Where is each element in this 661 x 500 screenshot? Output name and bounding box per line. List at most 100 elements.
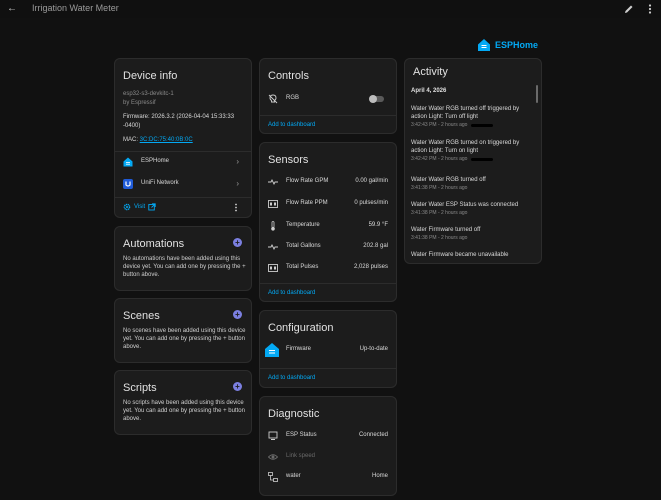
page-title: Irrigation Water Meter: [32, 3, 119, 13]
scripts-card: Scripts + No scripts have been added usi…: [114, 370, 252, 435]
redaction-mark: [471, 157, 494, 161]
add-script-button[interactable]: +: [233, 382, 242, 391]
eye-icon: [268, 454, 278, 460]
esphome-icon: [123, 157, 133, 167]
device-firmware: Firmware: 2026.3.2 (2026-04-04 15:33:33 …: [123, 114, 235, 129]
activity-time: 3:41:38 PM - 2 hours ago: [411, 185, 468, 191]
activity-entry[interactable]: Water Firmware became unavailable: [411, 251, 533, 259]
activity-entry[interactable]: Water Water ESP Status was connected 3:4…: [411, 201, 533, 217]
diagnostic-row[interactable]: water Home: [260, 469, 396, 487]
diagnostic-row[interactable]: Link speed: [260, 449, 396, 467]
sensor-value: 202.8 gal: [363, 243, 388, 249]
diagnostic-value: Connected: [358, 432, 388, 438]
sensor-value: 2,028 pulses: [353, 264, 388, 270]
add-automation-button[interactable]: +: [233, 238, 242, 247]
counter-icon: [268, 200, 278, 208]
pulse-icon: [268, 243, 278, 251]
sensor-label: Temperature: [286, 222, 320, 228]
esphome-logo-icon: [478, 39, 490, 51]
network-icon: [268, 472, 278, 482]
visit-label: Visit: [134, 204, 146, 210]
diagnostic-row[interactable]: ESP Status Connected: [260, 428, 396, 446]
pulse-icon: [268, 178, 278, 186]
sensor-row[interactable]: Flow Rate PPM 0 pulses/min: [260, 196, 396, 214]
activity-text: Water Water RGB turned off: [411, 177, 486, 183]
configuration-add-to-dashboard[interactable]: Add to dashboard: [268, 375, 315, 381]
chevron-right-icon: ›: [236, 157, 239, 166]
overflow-menu-icon[interactable]: [645, 3, 655, 15]
sensors-card: Sensors Flow Rate GPM 0.00 gal/min Flow …: [259, 142, 397, 302]
brand-name: ESPHome: [495, 40, 539, 50]
activity-scrollbar[interactable]: [536, 85, 538, 103]
open-external-icon: [148, 203, 156, 211]
lightbulb-off-icon: [268, 94, 278, 104]
back-arrow-icon[interactable]: ←: [6, 3, 18, 15]
activity-entry[interactable]: Water Water RGB turned on triggered by a…: [411, 139, 533, 163]
activity-card: Activity April 4, 2026 Water Water RGB t…: [404, 58, 542, 264]
device-info-card: Device info esp32-s3-devkitc-1 by Espres…: [114, 58, 252, 218]
diagnostic-value: Home: [371, 473, 388, 479]
configuration-card: Configuration Firmware Up-to-date Add to…: [259, 310, 397, 388]
config-label: Firmware: [286, 346, 311, 352]
scripts-empty-text: No scripts have been added using this de…: [123, 400, 245, 422]
activity-text: Water Water ESP Status was connected: [411, 202, 519, 208]
sensor-row[interactable]: Flow Rate GPM 0.00 gal/min: [260, 174, 396, 192]
integration-label: ESPHome: [141, 158, 170, 164]
device-model: esp32-s3-devkitc-1: [123, 91, 174, 97]
scenes-title: Scenes: [123, 310, 160, 322]
sensor-label: Flow Rate GPM: [286, 178, 329, 184]
device-overflow-menu-icon[interactable]: [234, 203, 238, 212]
sensor-label: Flow Rate PPM: [286, 200, 328, 206]
chevron-right-icon: ›: [236, 179, 239, 188]
activity-text: Water Firmware became unavailable: [411, 252, 509, 258]
counter-icon: [268, 264, 278, 272]
integration-unifi[interactable]: UniFi Network ›: [115, 176, 251, 194]
sensors-add-to-dashboard[interactable]: Add to dashboard: [268, 290, 315, 296]
config-value: Up-to-date: [359, 346, 388, 352]
edit-pencil-icon[interactable]: [623, 3, 635, 15]
rgb-toggle-switch[interactable]: [369, 95, 384, 103]
control-rgb-row: RGB: [260, 91, 396, 109]
esphome-brand-logo: ESPHome: [477, 38, 538, 52]
visit-button[interactable]: Visit: [123, 203, 156, 211]
sensor-row[interactable]: Temperature 59.9 °F: [260, 218, 396, 236]
add-scene-button[interactable]: +: [233, 310, 242, 319]
firmware-update-icon: [265, 343, 279, 357]
thermometer-icon: [271, 221, 275, 231]
integration-label: UniFi Network: [141, 180, 179, 186]
sensors-title: Sensors: [268, 154, 309, 166]
firmware-row[interactable]: Firmware Up-to-date: [260, 342, 396, 362]
gear-icon: [123, 203, 131, 211]
sensor-row[interactable]: Total Pulses 2,028 pulses: [260, 260, 396, 278]
device-manufacturer: by Espressif: [123, 100, 156, 106]
activity-time: 3:42:43 PM - 2 hours ago: [411, 122, 468, 128]
sensor-label: Total Pulses: [286, 264, 319, 270]
device-info-title: Device info: [123, 70, 178, 82]
diagnostic-label: Link speed: [286, 453, 316, 459]
sensor-label: Total Gallons: [286, 243, 321, 249]
scenes-card: Scenes + No scenes have been added using…: [114, 298, 252, 363]
activity-text: Water Water RGB turned off triggered by …: [411, 106, 520, 120]
activity-text: Water Water RGB turned on triggered by a…: [411, 140, 520, 154]
activity-entry[interactable]: Water Water RGB turned off 3:41:38 PM - …: [411, 176, 533, 192]
activity-time: 3:41:38 PM - 2 hours ago: [411, 210, 468, 216]
control-label: RGB: [286, 95, 300, 101]
scenes-empty-text: No scenes have been added using this dev…: [123, 328, 246, 350]
diagnostic-card: Diagnostic ESP Status Connected Link spe…: [259, 396, 397, 496]
scripts-title: Scripts: [123, 382, 157, 394]
mac-address-link[interactable]: 3C:DC:75:40:0B:0C: [140, 137, 193, 143]
chip-icon: [268, 431, 278, 440]
activity-title: Activity: [413, 66, 448, 78]
mac-label: MAC:: [123, 137, 140, 143]
diagnostic-label: ESP Status: [286, 432, 317, 438]
activity-entry[interactable]: Water Water RGB turned off triggered by …: [411, 105, 533, 129]
activity-entry[interactable]: Water Firmware turned off 3:41:38 PM - 2…: [411, 226, 533, 242]
controls-add-to-dashboard[interactable]: Add to dashboard: [268, 122, 315, 128]
automations-card: Automations + No automations have been a…: [114, 226, 252, 291]
controls-card: Controls RGB Add to dashboard: [259, 58, 397, 134]
sensor-value: 59.9 °F: [368, 222, 388, 228]
redaction-mark: [471, 123, 494, 127]
activity-date: April 4, 2026: [411, 88, 447, 94]
sensor-row[interactable]: Total Gallons 202.8 gal: [260, 239, 396, 257]
integration-esphome[interactable]: ESPHome ›: [115, 154, 251, 172]
